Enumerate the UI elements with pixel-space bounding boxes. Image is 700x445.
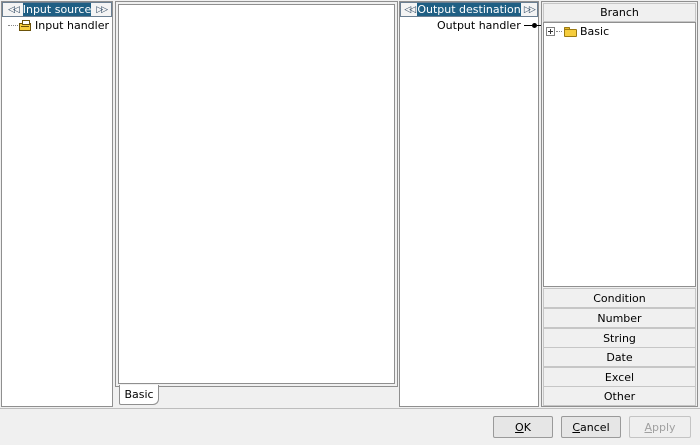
expand-icon[interactable] — [546, 27, 555, 36]
output-handler-node[interactable]: Output handler — [437, 19, 541, 32]
category-condition-button[interactable]: Condition — [543, 288, 696, 308]
category-label: Excel — [604, 370, 635, 384]
cancel-label: ancel — [580, 420, 610, 434]
category-string-button[interactable]: String — [543, 328, 696, 348]
ok-button[interactable]: OK — [493, 416, 553, 438]
cancel-button[interactable]: Cancel — [561, 416, 621, 438]
input-prev-button[interactable]: ◁◁ — [3, 3, 23, 16]
category-excel-button[interactable]: Excel — [543, 367, 696, 387]
input-handler-node[interactable]: Input handler — [8, 19, 109, 32]
folder-icon — [564, 26, 577, 37]
tree-connector-line — [556, 31, 562, 32]
branch-header[interactable]: Branch — [543, 3, 696, 22]
input-next-button[interactable]: ▷▷ — [91, 3, 111, 16]
category-label: Number — [597, 311, 642, 325]
output-handler-label: Output handler — [437, 19, 521, 32]
ok-label: K — [523, 420, 531, 434]
category-number-button[interactable]: Number — [543, 308, 696, 328]
input-handler-icon — [18, 19, 32, 32]
input-handler-label: Input handler — [35, 19, 109, 32]
category-label: String — [603, 331, 636, 345]
output-next-button[interactable]: ▷▷ — [520, 3, 537, 16]
input-source-panel — [1, 1, 113, 407]
input-source-header: ◁◁ Input source ▷▷ — [2, 2, 112, 17]
output-prev-button[interactable]: ◁◁ — [401, 3, 418, 16]
output-destination-title: Output destination — [417, 3, 521, 16]
tree-connector-line — [8, 25, 18, 26]
category-date-button[interactable]: Date — [543, 347, 696, 367]
tab-basic-label: Basic — [124, 388, 154, 401]
branch-basic-label: Basic — [580, 25, 610, 38]
branch-basic-node[interactable]: Basic — [546, 25, 609, 38]
branch-header-label: Branch — [600, 6, 639, 19]
ok-accel: O — [515, 420, 524, 434]
output-destination-header: ◁◁ Output destination ▷▷ — [400, 2, 538, 17]
apply-label: pply — [652, 420, 676, 434]
apply-button[interactable]: Apply — [629, 416, 691, 438]
branch-tree — [543, 22, 696, 287]
connector-icon[interactable] — [523, 23, 541, 28]
flow-canvas[interactable] — [118, 4, 395, 384]
category-label: Date — [606, 350, 633, 364]
category-other-button[interactable]: Other — [543, 386, 696, 406]
category-label: Condition — [593, 291, 646, 305]
output-destination-panel — [399, 1, 539, 407]
tab-basic[interactable]: Basic — [119, 385, 159, 405]
footer-divider — [0, 408, 700, 409]
category-label: Other — [603, 389, 636, 403]
apply-accel: A — [644, 420, 652, 434]
cancel-accel: C — [572, 420, 581, 434]
input-source-title: Input source — [22, 3, 92, 16]
